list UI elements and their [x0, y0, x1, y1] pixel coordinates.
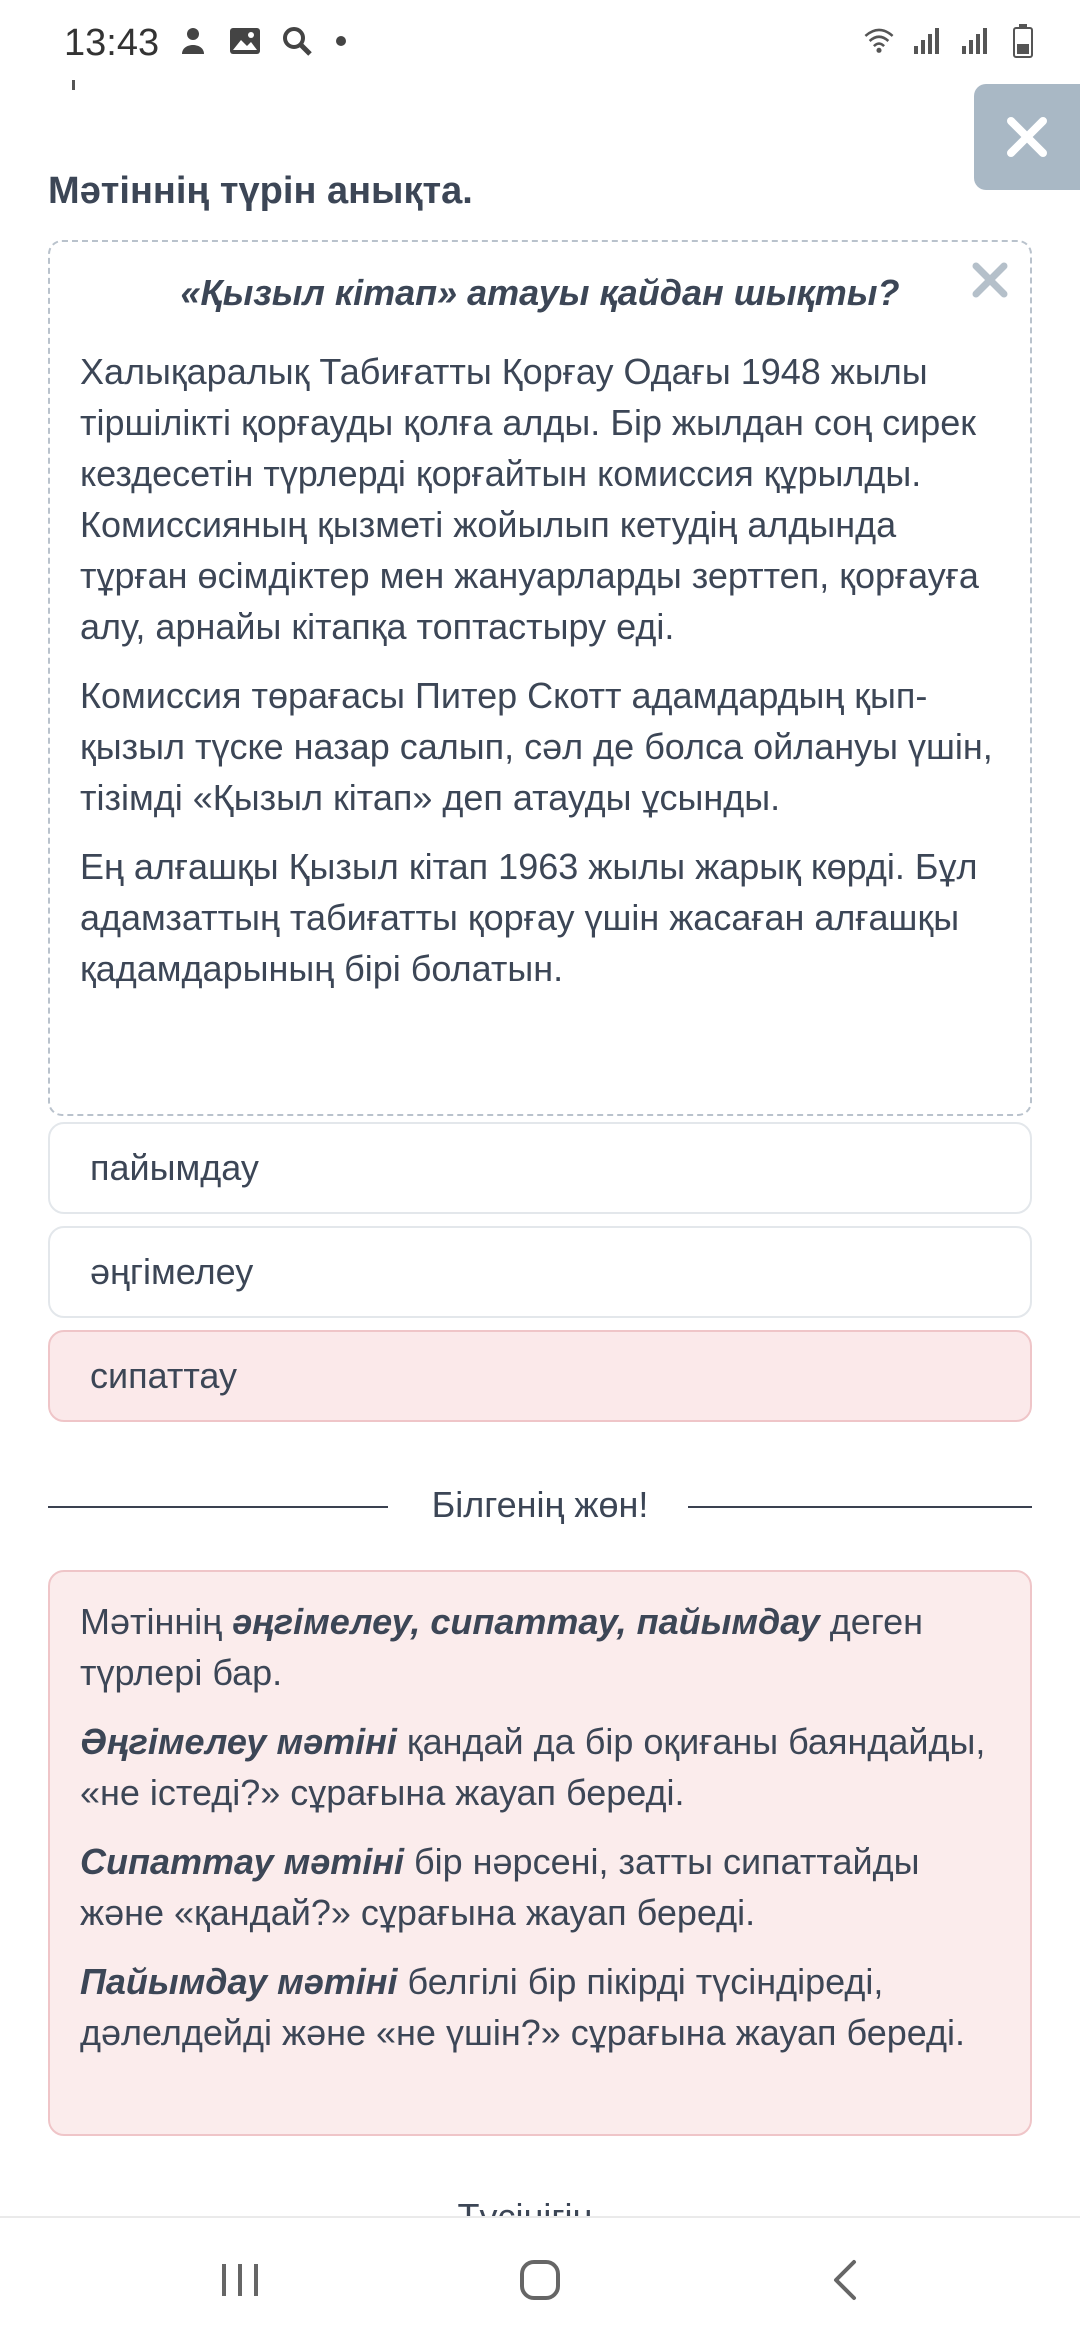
info-emphasis: Сипаттау мәтіні — [80, 1841, 404, 1882]
text-paragraph: Халықаралық Табиғатты Қорғау Одағы 1948 … — [80, 351, 979, 647]
signal-icon — [958, 24, 992, 58]
text-paragraph: Ең алғашқы Қызыл кітап 1963 жылы жарық к… — [80, 846, 978, 989]
info-emphasis: Әңгімелеу мәтіні — [80, 1721, 397, 1762]
battery-icon — [1006, 24, 1040, 58]
text-paragraph: Комиссия төрағасы Питер Скотт адамдардың… — [80, 675, 993, 818]
info-paragraph: Пайымдау мәтіні белгілі бір пікірді түсі… — [80, 1956, 1010, 2058]
close-button[interactable] — [974, 84, 1080, 190]
status-time: 13:43 — [64, 22, 160, 64]
info-paragraph: Мәтіннің әңгімелеу, сипаттау, пайымдау д… — [80, 1596, 1010, 1698]
system-nav-bar — [0, 2216, 1080, 2342]
partial-section-label: Түсінігін... — [457, 2196, 623, 2218]
info-body: Мәтіннің әңгімелеу, сипаттау, пайымдау д… — [80, 1596, 1010, 2076]
info-paragraph: Әңгімелеу мәтіні қандай да бір оқиғаны б… — [80, 1716, 1010, 1818]
back-icon — [834, 2260, 856, 2300]
section-divider: Білгенің жөн! — [48, 1476, 1032, 1536]
status-icons-right — [862, 24, 1040, 58]
info-emphasis: әңгімелеу, сипаттау, пайымдау — [232, 1601, 820, 1642]
divider-label: Білгенің жөн! — [431, 1484, 649, 1525]
answer-option-angimeleu[interactable]: әңгімелеу — [48, 1226, 1032, 1318]
status-bar: 13:43 — [0, 0, 1080, 90]
question-text: Мәтіннің түрін анықта. — [48, 170, 473, 212]
text-body: Халықаралық Табиғатты Қорғау Одағы 1948 … — [80, 346, 1010, 1012]
divider-line — [688, 1506, 1032, 1508]
close-icon — [1007, 117, 1047, 157]
info-paragraph: Сипаттау мәтіні бір нәрсені, затты сипат… — [80, 1836, 1010, 1938]
search-icon — [280, 24, 314, 58]
person-icon — [176, 24, 210, 58]
signal-icon — [910, 24, 944, 58]
info-text: Мәтіннің — [80, 1601, 233, 1642]
back-button[interactable] — [814, 2248, 878, 2312]
wifi-icon — [862, 24, 896, 58]
home-icon — [520, 2260, 560, 2300]
answer-option-sipattau[interactable]: сипаттау — [48, 1330, 1032, 1422]
status-icons-left — [176, 24, 346, 58]
answer-option-payymdau[interactable]: пайымдау — [48, 1122, 1032, 1214]
recent-apps-button[interactable] — [208, 2248, 272, 2312]
text-title: «Қызыл кітап» атауы қайдан шықты? — [180, 272, 900, 313]
home-button[interactable] — [508, 2248, 572, 2312]
image-icon — [228, 24, 262, 58]
info-emphasis: Пайымдау мәтіні — [80, 1961, 398, 2002]
recent-apps-icon — [222, 2264, 258, 2296]
scroll-marker — [72, 80, 75, 90]
dot-icon — [336, 36, 346, 46]
reading-text-card: «Қызыл кітап» атауы қайдан шықты? Халықа… — [48, 240, 1032, 1116]
info-card: Мәтіннің әңгімелеу, сипаттау, пайымдау д… — [48, 1570, 1032, 2136]
